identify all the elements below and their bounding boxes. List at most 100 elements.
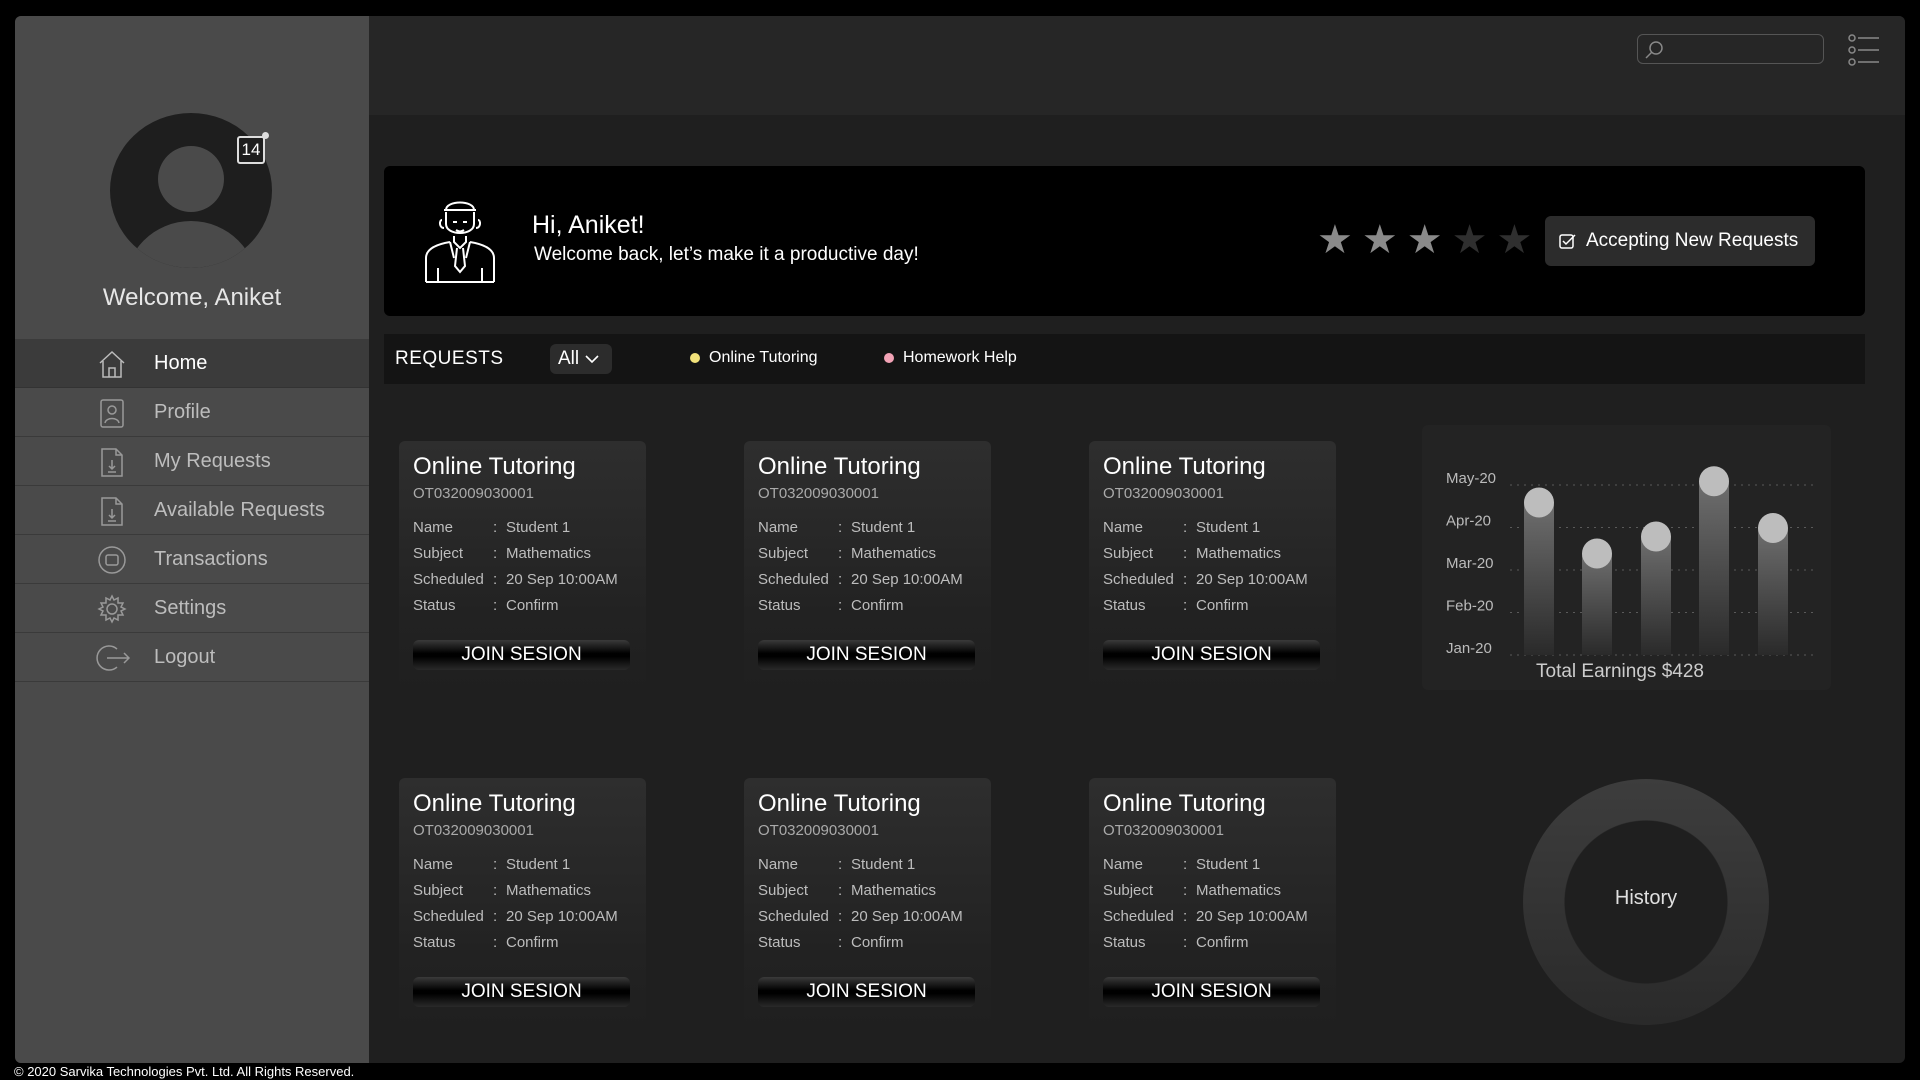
field-value: 20 Sep 10:00AM — [1196, 571, 1308, 588]
notification-dot — [262, 132, 269, 139]
request-card: Online Tutoring OT032009030001 Name : St… — [1089, 441, 1336, 691]
history-donut[interactable]: History — [1523, 779, 1769, 1025]
sidebar-item-label: Profile — [154, 400, 211, 423]
field-value: Student 1 — [506, 856, 571, 873]
field-value: Confirm — [1196, 597, 1249, 614]
field-value: Mathematics — [506, 882, 592, 899]
sidebar-item-settings[interactable]: Settings — [15, 584, 369, 633]
field-label: Scheduled — [413, 571, 484, 588]
field-label: Status — [1103, 597, 1146, 614]
field-value: 20 Sep 10:00AM — [506, 571, 618, 588]
field-value: 20 Sep 10:00AM — [1196, 908, 1308, 925]
sidebar: 14 Welcome, Aniket Home Profile My Reque… — [15, 16, 369, 1063]
join-session-button[interactable]: JOIN SESION — [1103, 977, 1320, 1007]
field-separator: : — [493, 882, 498, 899]
card-title: Online Tutoring — [413, 790, 576, 817]
card-id: OT032009030001 — [1103, 822, 1224, 839]
field-value: Student 1 — [851, 519, 916, 536]
field-separator: : — [493, 908, 498, 925]
request-card: Online Tutoring OT032009030001 Name : St… — [744, 778, 991, 1028]
card-title: Online Tutoring — [1103, 453, 1266, 480]
profile-icon — [100, 399, 124, 428]
sidebar-nav: Home Profile My Requests Available Reque… — [15, 339, 369, 682]
sidebar-item-label: Logout — [154, 645, 216, 668]
join-session-button[interactable]: JOIN SESION — [413, 977, 630, 1007]
field-separator: : — [1183, 882, 1188, 899]
field-value: Confirm — [506, 597, 559, 614]
sidebar-item-label: Transactions — [154, 547, 268, 570]
star-icon: ★ — [1451, 218, 1488, 262]
notification-badge[interactable]: 14 — [237, 136, 265, 164]
field-label: Subject — [413, 882, 464, 899]
sidebar-item-label: My Requests — [154, 449, 271, 472]
join-session-button[interactable]: JOIN SESION — [1103, 640, 1320, 670]
bar-cap — [1582, 538, 1612, 569]
field-label: Scheduled — [758, 571, 829, 588]
field-separator: : — [1183, 571, 1188, 588]
field-value: Mathematics — [1196, 545, 1282, 562]
sidebar-item-logout[interactable]: Logout — [15, 633, 369, 682]
accepting-requests-toggle[interactable]: Accepting New Requests — [1545, 216, 1815, 266]
sidebar-item-available-requests[interactable]: Available Requests — [15, 486, 369, 535]
card-id: OT032009030001 — [758, 485, 879, 502]
star-icon: ★ — [1496, 218, 1533, 262]
welcome-text: Welcome, Aniket — [102, 284, 282, 311]
field-value: Mathematics — [506, 545, 592, 562]
join-session-button[interactable]: JOIN SESION — [758, 977, 975, 1007]
field-separator: : — [838, 934, 843, 951]
field-value: Student 1 — [1196, 519, 1261, 536]
join-session-button[interactable]: JOIN SESION — [413, 640, 630, 670]
field-separator: : — [838, 545, 843, 562]
field-label: Name — [1103, 519, 1144, 536]
bar — [1582, 553, 1612, 655]
card-title: Online Tutoring — [758, 790, 921, 817]
field-separator: : — [493, 571, 498, 588]
transactions-icon — [98, 546, 126, 574]
requests-filter-select[interactable]: All — [550, 344, 612, 374]
sidebar-item-profile[interactable]: Profile — [15, 388, 369, 437]
sidebar-item-transactions[interactable]: Transactions — [15, 535, 369, 584]
search-input[interactable] — [1637, 34, 1824, 64]
field-value: Student 1 — [851, 856, 916, 873]
field-separator: : — [838, 519, 843, 536]
field-separator: : — [838, 571, 843, 588]
menu-list-icon[interactable] — [1848, 34, 1880, 66]
sidebar-item-my-requests[interactable]: My Requests — [15, 437, 369, 486]
field-label: Status — [758, 597, 801, 614]
field-separator: : — [493, 856, 498, 873]
field-label: Scheduled — [1103, 571, 1174, 588]
field-label: Status — [413, 934, 456, 951]
field-label: Name — [413, 519, 454, 536]
field-value: Confirm — [1196, 934, 1249, 951]
field-value: Mathematics — [1196, 882, 1282, 899]
filter-value: All — [558, 348, 580, 369]
star-icon: ★ — [1406, 218, 1443, 262]
avatar-head — [158, 146, 224, 212]
sidebar-item-home[interactable]: Home — [15, 339, 369, 388]
field-label: Status — [758, 934, 801, 951]
field-label: Name — [758, 856, 799, 873]
history-label: History — [1614, 887, 1678, 909]
field-value: 20 Sep 10:00AM — [851, 571, 963, 588]
request-card: Online Tutoring OT032009030001 Name : St… — [399, 778, 646, 1028]
join-session-button[interactable]: JOIN SESION — [758, 640, 975, 670]
field-separator: : — [493, 519, 498, 536]
field-separator: : — [838, 856, 843, 873]
field-separator: : — [493, 934, 498, 951]
field-label: Status — [413, 597, 456, 614]
logout-icon — [96, 645, 131, 671]
field-value: Confirm — [506, 934, 559, 951]
field-label: Subject — [758, 882, 809, 899]
bar — [1758, 528, 1788, 655]
home-icon — [99, 350, 125, 378]
field-separator: : — [1183, 545, 1188, 562]
legend-dot — [884, 353, 894, 363]
field-label: Scheduled — [758, 908, 829, 925]
legend-label: Homework Help — [903, 349, 1017, 366]
footer-copyright: © 2020 Sarvika Technologies Pvt. Ltd. Al… — [14, 1064, 355, 1079]
earnings-chart: Jan-20 Feb-20 Mar-20 Apr-20 May-20 Total Earn… — [1422, 425, 1831, 690]
bar — [1524, 502, 1554, 655]
y-tick-label: Feb-20 — [1446, 598, 1494, 615]
field-label: Status — [1103, 934, 1146, 951]
star-icon: ★ — [1317, 218, 1353, 262]
